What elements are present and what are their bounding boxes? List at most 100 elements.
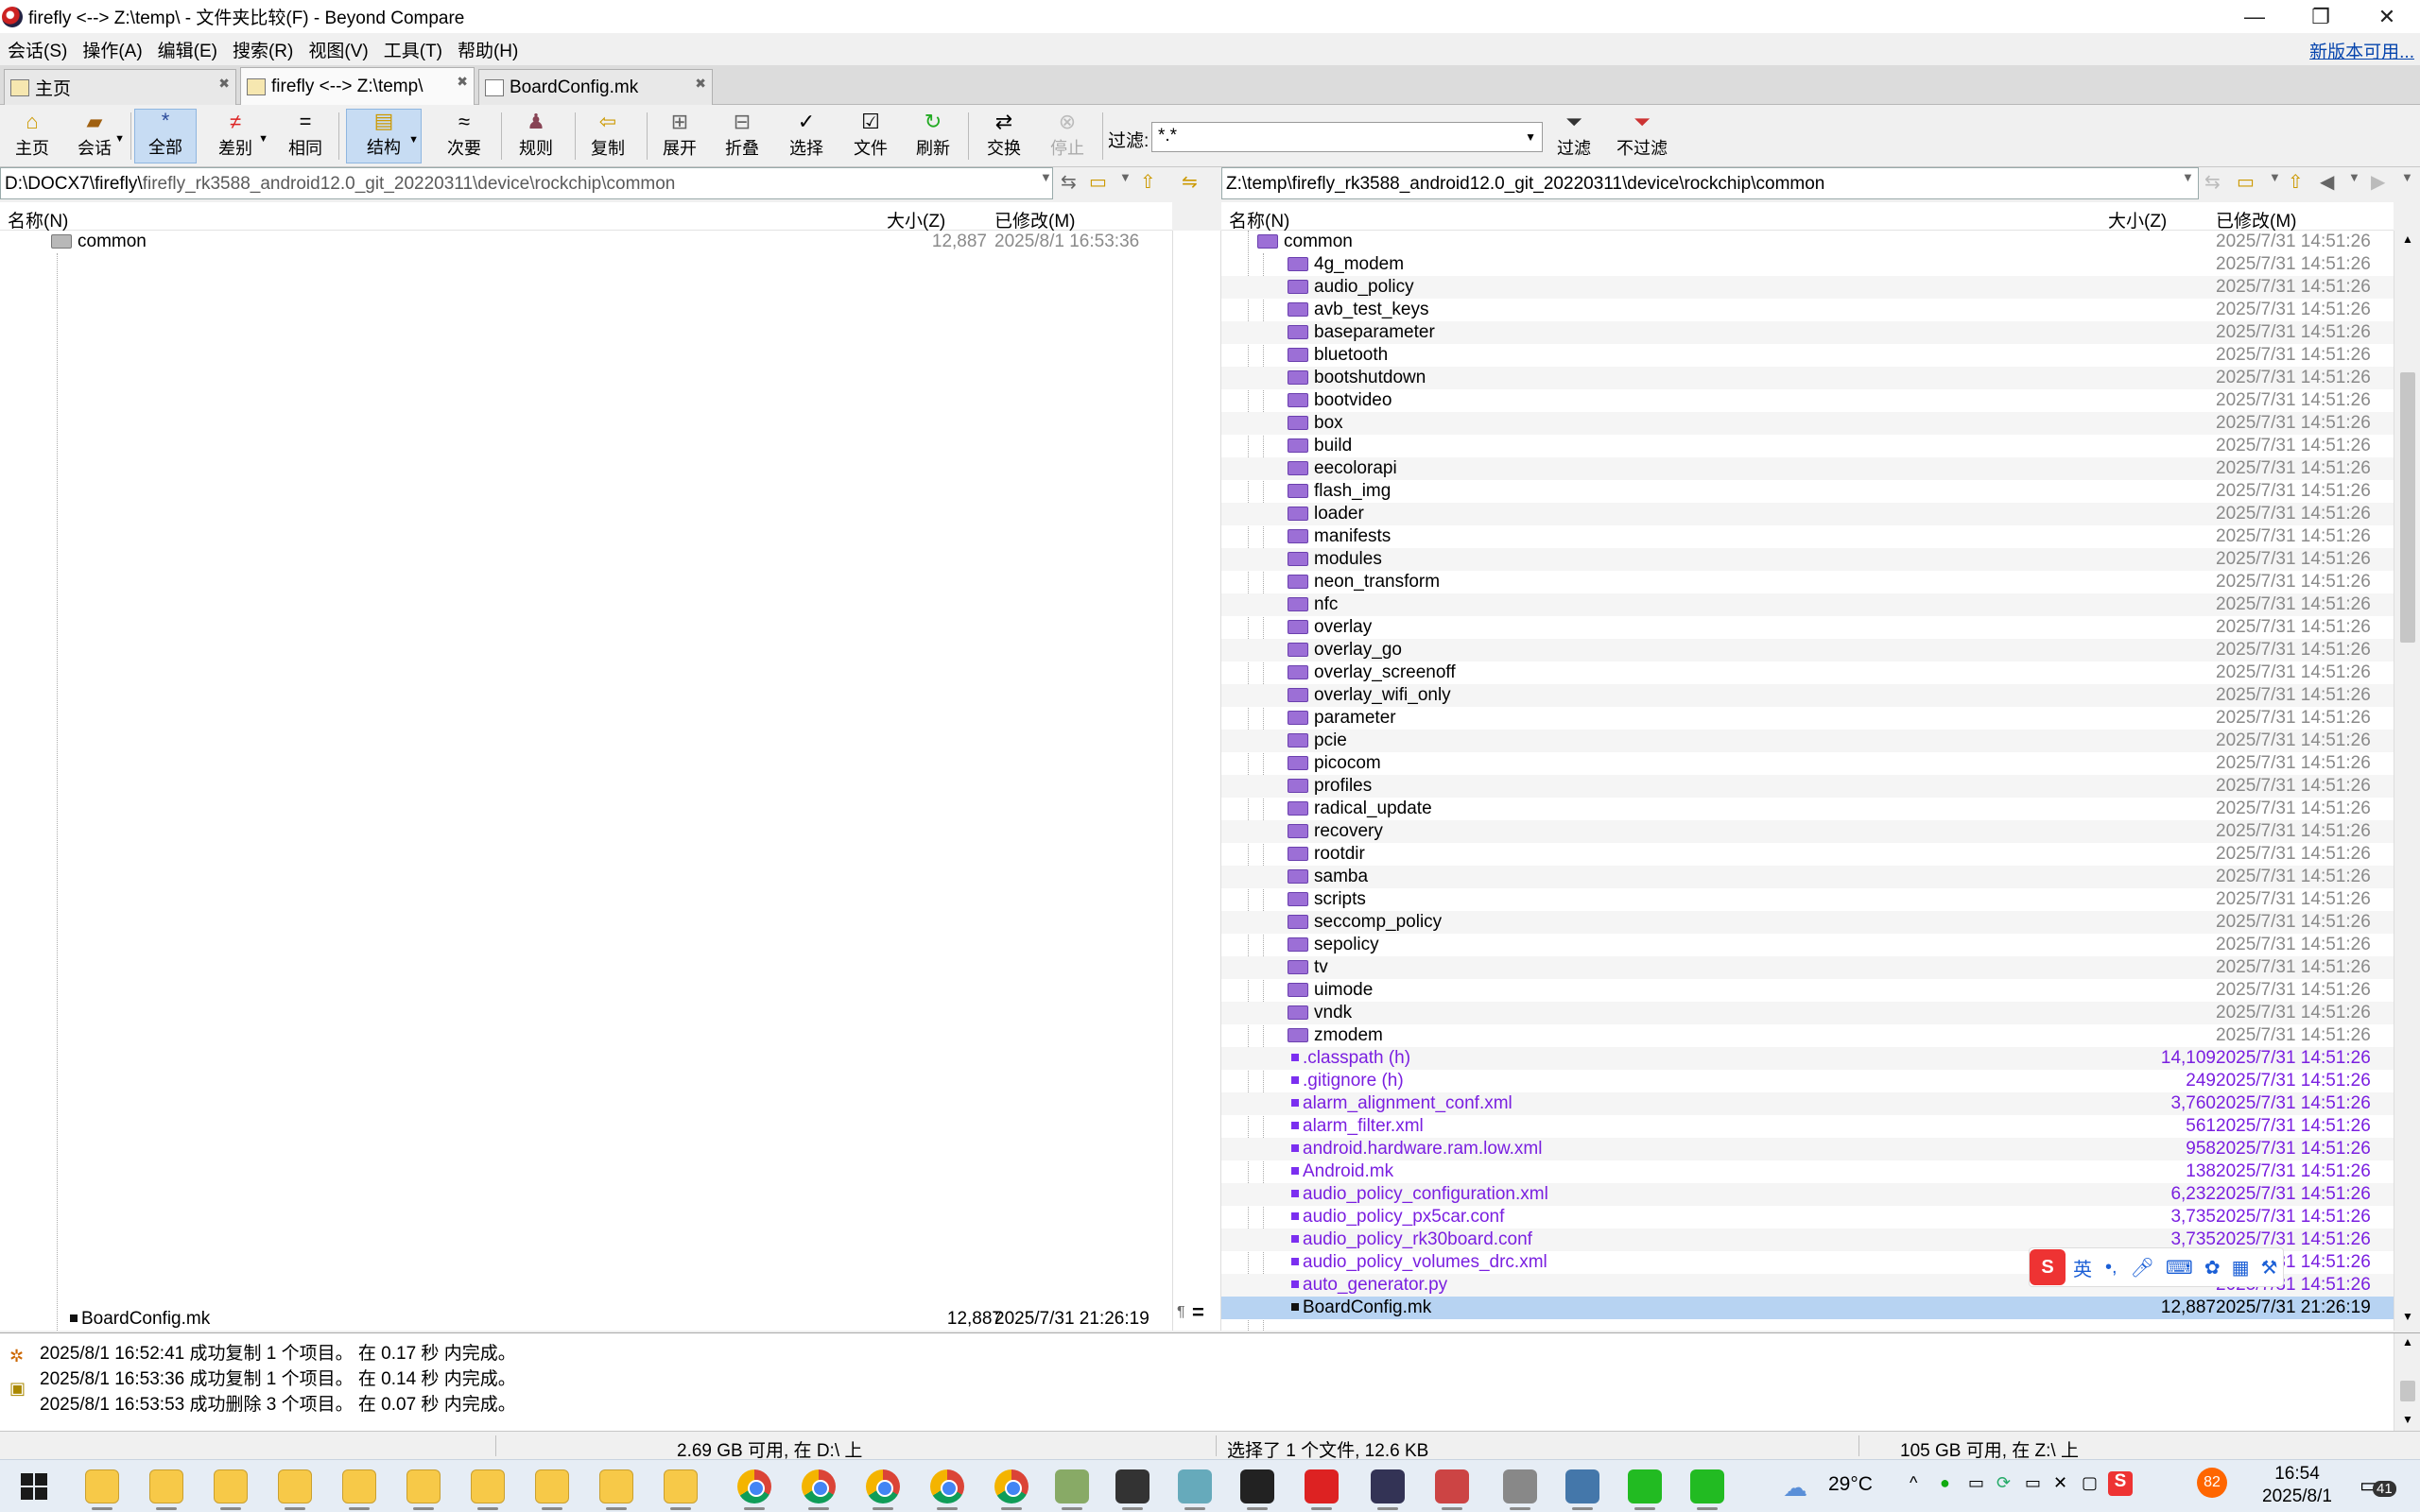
right-folder-row[interactable]: nfc 2025/7/31 14:51:26 <box>1221 593 2394 616</box>
right-folder-row[interactable]: box 2025/7/31 14:51:26 <box>1221 412 2394 435</box>
tray-badge[interactable]: 82 <box>2197 1468 2227 1498</box>
beyond-compare-icon[interactable] <box>1371 1469 1405 1503</box>
ime-punct-toggle[interactable]: •, <box>2105 1257 2118 1279</box>
right-folder-row[interactable]: profiles 2025/7/31 14:51:26 <box>1221 775 2394 798</box>
right-file-row[interactable]: Android.mk 138 2025/7/31 14:51:26 <box>1221 1160 2394 1183</box>
wechat-icon[interactable] <box>1628 1469 1662 1503</box>
terminal-icon[interactable] <box>1240 1469 1274 1503</box>
toolbox-icon[interactable]: ⚒ <box>2261 1256 2278 1280</box>
right-folder-row[interactable]: neon_transform 2025/7/31 14:51:26 <box>1221 571 2394 593</box>
scrollbar-thumb[interactable] <box>2400 372 2415 643</box>
scroll-up-icon[interactable]: ▲ <box>2402 1335 2413 1349</box>
right-folder-row[interactable]: manifests 2025/7/31 14:51:26 <box>1221 525 2394 548</box>
file-explorer-icon[interactable] <box>406 1469 441 1503</box>
tab-close-icon[interactable]: ✖ <box>218 76 230 92</box>
right-folder-row[interactable]: zmodem 2025/7/31 14:51:26 <box>1221 1024 2394 1047</box>
right-folder-row[interactable]: loader 2025/7/31 14:51:26 <box>1221 503 2394 525</box>
right-file-row[interactable]: alarm_alignment_conf.xml 3,760 2025/7/31… <box>1221 1092 2394 1115</box>
scroll-down-icon[interactable]: ▼ <box>2402 1413 2413 1426</box>
swap-folders-icon[interactable]: ⇋ <box>1182 170 1198 194</box>
right-folder-row[interactable]: build 2025/7/31 14:51:26 <box>1221 435 2394 457</box>
right-folder-row[interactable]: avb_test_keys 2025/7/31 14:51:26 <box>1221 299 2394 321</box>
right-folder-row[interactable]: rootdir 2025/7/31 14:51:26 <box>1221 843 2394 866</box>
keyboard-icon[interactable]: ⌨ <box>2166 1256 2193 1280</box>
right-folder-row[interactable]: 4g_modem 2025/7/31 14:51:26 <box>1221 253 2394 276</box>
right-vertical-scrollbar[interactable]: ▲ ▼ <box>2394 231 2420 1331</box>
left-root-folder-row[interactable]: common 12,887 2025/8/1 16:53:36 <box>0 231 1172 253</box>
file-explorer-icon[interactable] <box>342 1469 376 1503</box>
filter-input[interactable]: *.* ▼ <box>1151 122 1543 152</box>
wecom-icon[interactable] <box>1690 1469 1724 1503</box>
right-folder-row[interactable]: bootshutdown 2025/7/31 14:51:26 <box>1221 367 2394 389</box>
session-button[interactable]: ▰ 会话 ▼ <box>62 109 127 163</box>
skin-icon[interactable]: ✿ <box>2204 1256 2221 1280</box>
close-button[interactable]: ✕ <box>2354 0 2420 33</box>
right-folder-row[interactable]: seccomp_policy 2025/7/31 14:51:26 <box>1221 911 2394 934</box>
header-size[interactable]: 大小(Z) <box>887 207 945 232</box>
chrome-icon[interactable] <box>866 1469 900 1503</box>
chevron-down-icon[interactable]: ▼ <box>1525 130 1536 144</box>
right-selected-file-row[interactable]: BoardConfig.mk 12,887 2025/7/31 21:26:19 <box>1221 1297 2394 1319</box>
tab-folder-compare[interactable]: firefly <--> Z:\temp\ ✖ <box>240 67 475 105</box>
chevron-down-icon[interactable]: ▼ <box>258 133 268 145</box>
show-same-button[interactable]: = 相同 <box>276 109 335 163</box>
right-file-pane[interactable]: common 2025/7/31 14:51:26 4g_modem 2025/7… <box>1221 231 2394 1331</box>
weather-icon[interactable]: ☁ <box>1783 1473 1807 1503</box>
remote-desktop-icon[interactable] <box>1565 1469 1599 1503</box>
right-file-row[interactable]: audio_policy_px5car.conf 3,735 2025/7/31… <box>1221 1206 2394 1228</box>
wechat-tray-icon[interactable]: ● <box>1940 1473 1950 1493</box>
clock-date[interactable]: 2025/8/1 <box>2242 1486 2352 1507</box>
chevron-down-icon[interactable]: ▼ <box>2182 170 2194 184</box>
sogou-ime-icon[interactable]: S <box>2030 1249 2066 1285</box>
ime-language-toggle[interactable]: 英 <box>2073 1254 2092 1281</box>
menu-edit[interactable]: 编辑(E) <box>150 37 225 62</box>
show-diffs-button[interactable]: ≠ 差别 ▼ <box>200 109 270 163</box>
swap-button[interactable]: ⇄ 交换 <box>974 109 1034 163</box>
up-folder-icon[interactable]: ⇧ <box>1140 170 1156 194</box>
chevron-up-icon[interactable]: ^ <box>1910 1473 1917 1493</box>
tab-close-icon[interactable]: ✖ <box>695 76 706 92</box>
chevron-down-icon[interactable]: ▼ <box>1040 170 1052 184</box>
file-explorer-icon[interactable] <box>471 1469 505 1503</box>
up-folder-icon[interactable]: ⇧ <box>2288 170 2304 194</box>
left-path-input[interactable]: D:\DOCX7\firefly\firefly_rk3588_android1… <box>0 167 1053 199</box>
right-folder-row[interactable]: bootvideo 2025/7/31 14:51:26 <box>1221 389 2394 412</box>
chevron-down-icon[interactable]: ▼ <box>1119 170 1132 184</box>
files-button[interactable]: ☑ 文件 <box>841 109 900 163</box>
right-folder-row[interactable]: recovery 2025/7/31 14:51:26 <box>1221 820 2394 843</box>
chevron-down-icon[interactable]: ▼ <box>2269 170 2281 184</box>
chrome-icon[interactable] <box>930 1469 964 1503</box>
menu-tools[interactable]: 工具(T) <box>376 37 450 62</box>
right-folder-row[interactable]: overlay_wifi_only 2025/7/31 14:51:26 <box>1221 684 2394 707</box>
chevron-down-icon[interactable]: ▼ <box>114 133 125 145</box>
left-file-pane[interactable]: common 12,887 2025/8/1 16:53:36 BoardCon… <box>0 231 1172 1331</box>
ime-toolbar[interactable]: S 英 •, 🎤︎ ⌨ ✿ ▦ ⚒ <box>2029 1247 2284 1287</box>
menu-actions[interactable]: 操作(A) <box>75 37 149 62</box>
file-explorer-icon[interactable] <box>599 1469 633 1503</box>
expand-button[interactable]: ⊞ 展开 <box>650 109 709 163</box>
select-button[interactable]: ✓ 选择 <box>775 109 838 163</box>
start-button[interactable] <box>21 1473 47 1500</box>
home-button[interactable]: ⌂ 主页 <box>6 109 59 163</box>
right-file-row[interactable]: alarm_filter.xml 561 2025/7/31 14:51:26 <box>1221 1115 2394 1138</box>
header-name[interactable]: 名称(N) <box>8 207 68 232</box>
menu-help[interactable]: 帮助(H) <box>450 37 526 62</box>
weather-temp[interactable]: 29°C <box>1828 1473 1873 1496</box>
header-size[interactable]: 大小(Z) <box>2108 207 2167 232</box>
chevron-down-icon[interactable]: ▼ <box>2348 170 2360 184</box>
right-path-input[interactable]: Z:\temp\firefly_rk3588_android12.0_git_2… <box>1221 167 2199 199</box>
chrome-icon[interactable] <box>802 1469 836 1503</box>
right-folder-row[interactable]: flash_img 2025/7/31 14:51:26 <box>1221 480 2394 503</box>
file-explorer-icon[interactable] <box>278 1469 312 1503</box>
forward-icon[interactable]: ▶ <box>2371 170 2385 194</box>
right-folder-row[interactable]: sepolicy 2025/7/31 14:51:26 <box>1221 934 2394 956</box>
right-file-row[interactable]: audio_policy_configuration.xml 6,232 202… <box>1221 1183 2394 1206</box>
clock-time[interactable]: 16:54 <box>2250 1464 2344 1485</box>
refresh-button[interactable]: ↻ 刷新 <box>904 109 962 163</box>
scroll-up-icon[interactable]: ▲ <box>2402 232 2413 246</box>
history-icon[interactable]: ⇆ <box>2204 170 2221 194</box>
right-file-row[interactable]: .gitignore (h) 249 2025/7/31 14:51:26 <box>1221 1070 2394 1092</box>
stop-button[interactable]: ⊗ 停止 <box>1038 109 1097 163</box>
grid-icon[interactable]: ▦ <box>2232 1256 2250 1280</box>
paint-icon[interactable] <box>1055 1469 1089 1503</box>
